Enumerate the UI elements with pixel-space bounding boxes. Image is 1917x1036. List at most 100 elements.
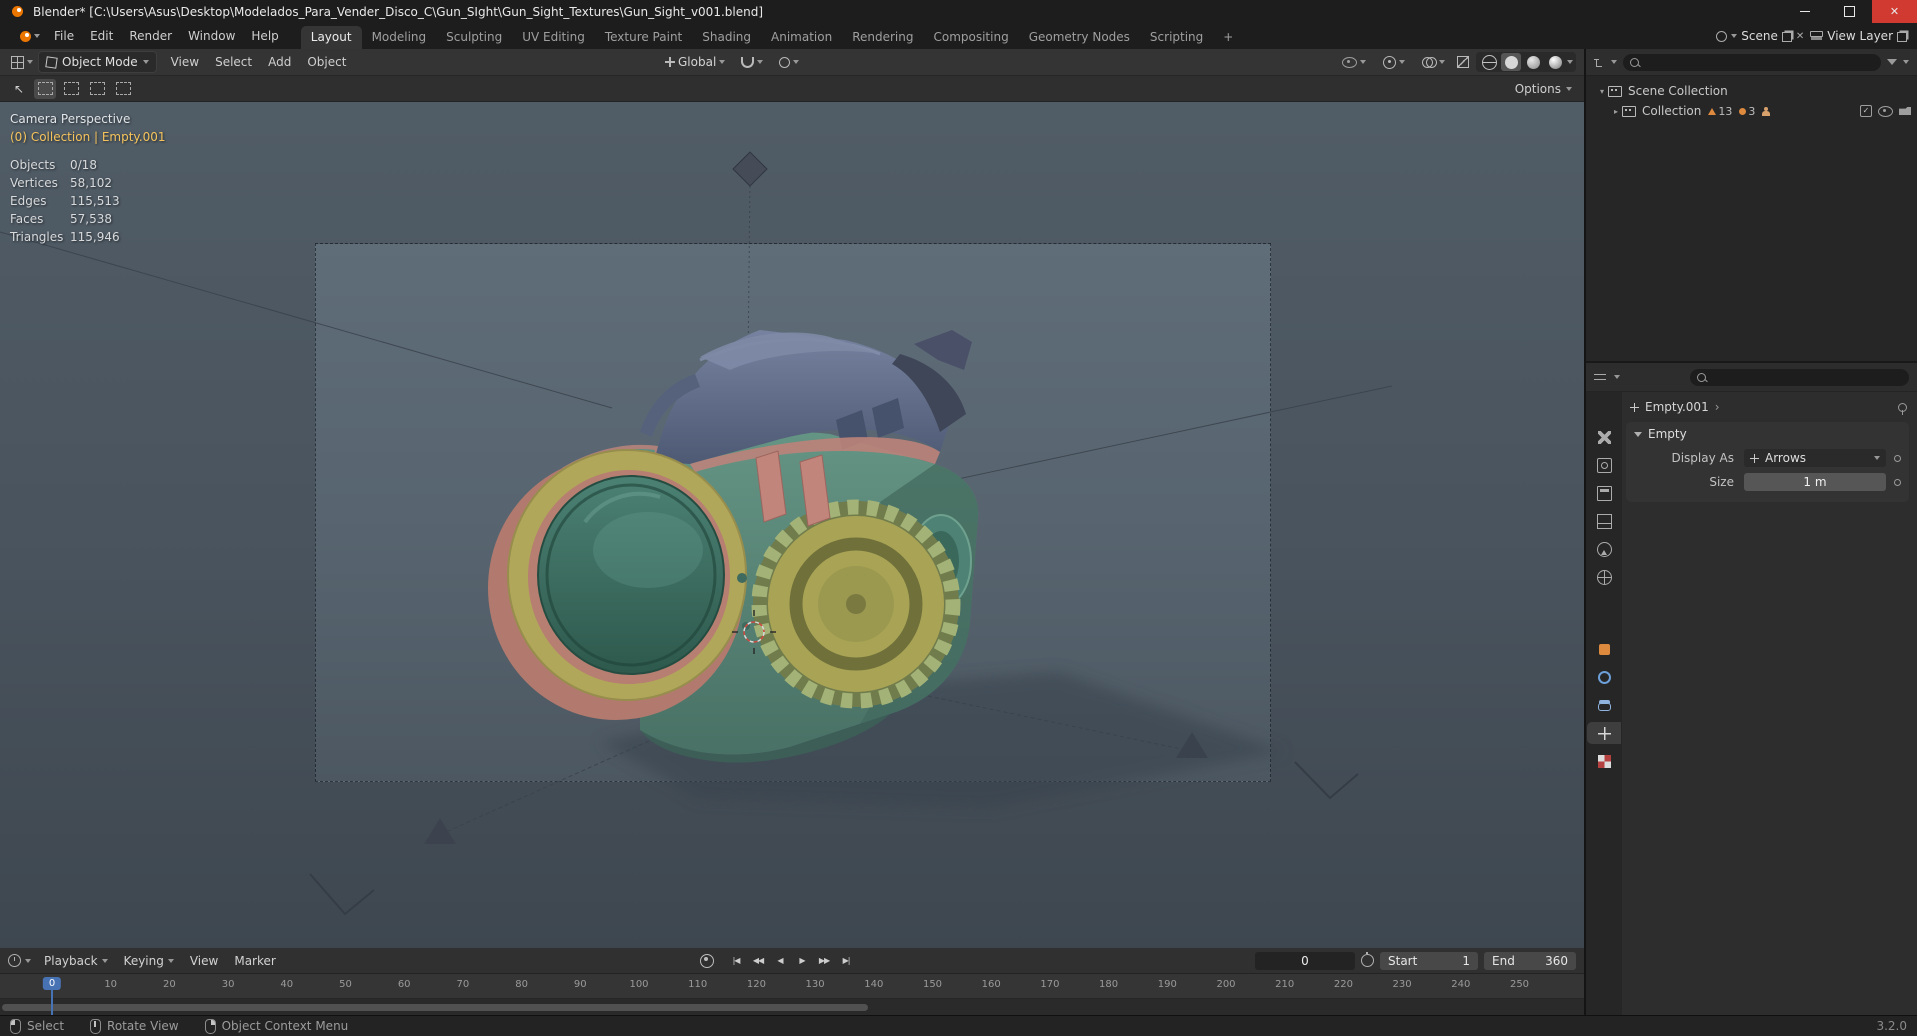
stopwatch-icon[interactable]	[1361, 952, 1374, 967]
timeline-editor-icon[interactable]	[8, 954, 21, 967]
proportional-editing-toggle[interactable]	[774, 55, 804, 70]
select-box-extend-button[interactable]	[60, 79, 82, 99]
outliner-row-scene-collection[interactable]: ▾ Scene Collection	[1586, 81, 1917, 101]
tab-render[interactable]	[1590, 454, 1618, 476]
animate-decorator-icon[interactable]	[1894, 478, 1901, 486]
outliner-editor-icon[interactable]	[1594, 56, 1605, 68]
workspace-tab[interactable]: Texture Paint	[595, 26, 692, 49]
camera-icon[interactable]	[1899, 107, 1911, 115]
viewport-menu-item[interactable]: Select	[207, 52, 260, 72]
disclosure-icon[interactable]: ▾	[1596, 87, 1608, 96]
visibility-dropdown[interactable]	[1337, 55, 1371, 70]
timeline-track[interactable]	[0, 999, 1584, 1016]
close-button[interactable]: ✕	[1872, 0, 1917, 23]
outliner-row-collection[interactable]: ▸ Collection 13 3 ✓	[1586, 101, 1917, 121]
editor-type-button[interactable]	[6, 54, 38, 71]
menu-item[interactable]: Edit	[82, 26, 121, 46]
pin-icon[interactable]	[1898, 402, 1907, 415]
viewport-canvas[interactable]: Camera Perspective (0) Collection | Empt…	[0, 102, 1584, 950]
tab-view-layer[interactable]	[1590, 510, 1618, 532]
empty-panel-header[interactable]: Empty	[1626, 422, 1909, 446]
keying-menu[interactable]: Keying	[117, 952, 181, 970]
mode-dropdown[interactable]: Object Mode	[38, 51, 157, 73]
menu-item[interactable]: File	[46, 26, 82, 46]
disclosure-icon[interactable]: ▸	[1610, 107, 1622, 116]
auto-keying-button[interactable]	[700, 953, 714, 968]
shading-material-button[interactable]	[1523, 53, 1543, 71]
end-frame-field[interactable]: End 360	[1484, 951, 1576, 970]
workspace-tab[interactable]: Animation	[761, 26, 842, 49]
size-field[interactable]: 1 m	[1744, 473, 1886, 491]
shading-wireframe-button[interactable]	[1479, 53, 1499, 71]
workspace-tab[interactable]: UV Editing	[512, 26, 595, 49]
animate-decorator-icon[interactable]	[1894, 454, 1901, 462]
gun-sight-model[interactable]	[488, 330, 979, 763]
workspace-tab[interactable]: Shading	[692, 26, 761, 49]
tab-output[interactable]	[1590, 482, 1618, 504]
view-menu[interactable]: View	[183, 952, 225, 970]
start-frame-field[interactable]: Start 1	[1380, 951, 1478, 970]
viewport-menu-item[interactable]: View	[163, 52, 207, 72]
tab-physics[interactable]	[1590, 666, 1618, 688]
options-dropdown[interactable]: Options	[1515, 82, 1572, 96]
workspace-tab[interactable]: Rendering	[842, 26, 923, 49]
workspace-tab[interactable]: Geometry Nodes	[1019, 26, 1140, 49]
breadcrumb-object[interactable]: Empty.001	[1645, 400, 1709, 414]
shading-rendered-button[interactable]	[1545, 53, 1565, 71]
transport-button[interactable]: ◀	[770, 952, 790, 970]
unlink-scene-icon[interactable]: ✕	[1796, 31, 1804, 42]
transport-button[interactable]: ▶▶	[814, 952, 834, 970]
select-box-subtract-button[interactable]	[86, 79, 108, 99]
maximize-button[interactable]	[1827, 0, 1872, 23]
tab-world[interactable]	[1590, 566, 1618, 588]
transport-button[interactable]: |◀	[726, 952, 746, 970]
menu-item[interactable]: Render	[121, 26, 180, 46]
tab-scene[interactable]	[1590, 538, 1618, 560]
select-box-new-button[interactable]	[34, 78, 56, 99]
properties-search-input[interactable]	[1690, 368, 1909, 386]
tweak-tool-button[interactable]: ↖	[8, 79, 30, 99]
horizontal-scrollbar[interactable]	[2, 1004, 868, 1011]
workspace-tab[interactable]: +	[1213, 26, 1243, 49]
current-frame-indicator[interactable]: 0	[42, 977, 62, 990]
orientation-dropdown[interactable]: Global	[660, 53, 730, 71]
workspace-tab[interactable]: Layout	[300, 26, 362, 49]
transport-button[interactable]: ▶	[792, 952, 812, 970]
timeline-ruler[interactable]: 0 01020304050607080901001101201301401501…	[0, 974, 1584, 999]
shading-solid-button[interactable]	[1501, 53, 1521, 71]
workspace-tab[interactable]: Scripting	[1140, 26, 1213, 49]
workspace-tab[interactable]: Compositing	[923, 26, 1018, 49]
viewport-menu-item[interactable]: Add	[260, 52, 299, 72]
outliner-search-input[interactable]	[1623, 53, 1881, 71]
filter-icon[interactable]	[1887, 59, 1897, 65]
playback-menu[interactable]: Playback	[37, 952, 115, 970]
xray-toggle[interactable]	[1457, 56, 1469, 68]
gizmos-dropdown[interactable]	[1378, 54, 1410, 71]
checkbox-icon[interactable]: ✓	[1860, 105, 1872, 117]
new-scene-icon[interactable]	[1781, 32, 1792, 42]
marker-menu[interactable]: Marker	[227, 952, 282, 970]
current-frame-field[interactable]: 0	[1255, 951, 1355, 970]
snap-toggle[interactable]	[736, 55, 768, 70]
viewport-menu-item[interactable]: Object	[299, 52, 354, 72]
properties-editor-icon[interactable]	[1594, 372, 1606, 382]
transport-button[interactable]: ▶|	[836, 952, 856, 970]
view-layer-selector[interactable]: View Layer	[1810, 29, 1907, 43]
tab-texture[interactable]	[1590, 750, 1618, 772]
display-as-dropdown[interactable]: Arrows	[1744, 449, 1886, 467]
tab-object-data[interactable]	[1587, 722, 1621, 744]
select-box-intersect-button[interactable]	[112, 79, 134, 99]
workspace-tab[interactable]: Sculpting	[436, 26, 512, 49]
workspace-tab[interactable]: Modeling	[362, 26, 437, 49]
scene-selector[interactable]: Scene ✕	[1716, 29, 1804, 43]
transport-button[interactable]: ◀◀	[748, 952, 768, 970]
blender-menu-button[interactable]	[0, 30, 46, 42]
new-view-layer-icon[interactable]	[1897, 32, 1907, 42]
menu-item[interactable]: Window	[180, 26, 243, 46]
tab-tool[interactable]	[1590, 426, 1618, 448]
tab-constraints[interactable]	[1590, 694, 1618, 716]
tab-object[interactable]	[1590, 638, 1618, 660]
minimize-button[interactable]	[1782, 0, 1827, 23]
overlays-dropdown[interactable]	[1417, 55, 1450, 69]
eye-icon[interactable]	[1878, 105, 1893, 117]
